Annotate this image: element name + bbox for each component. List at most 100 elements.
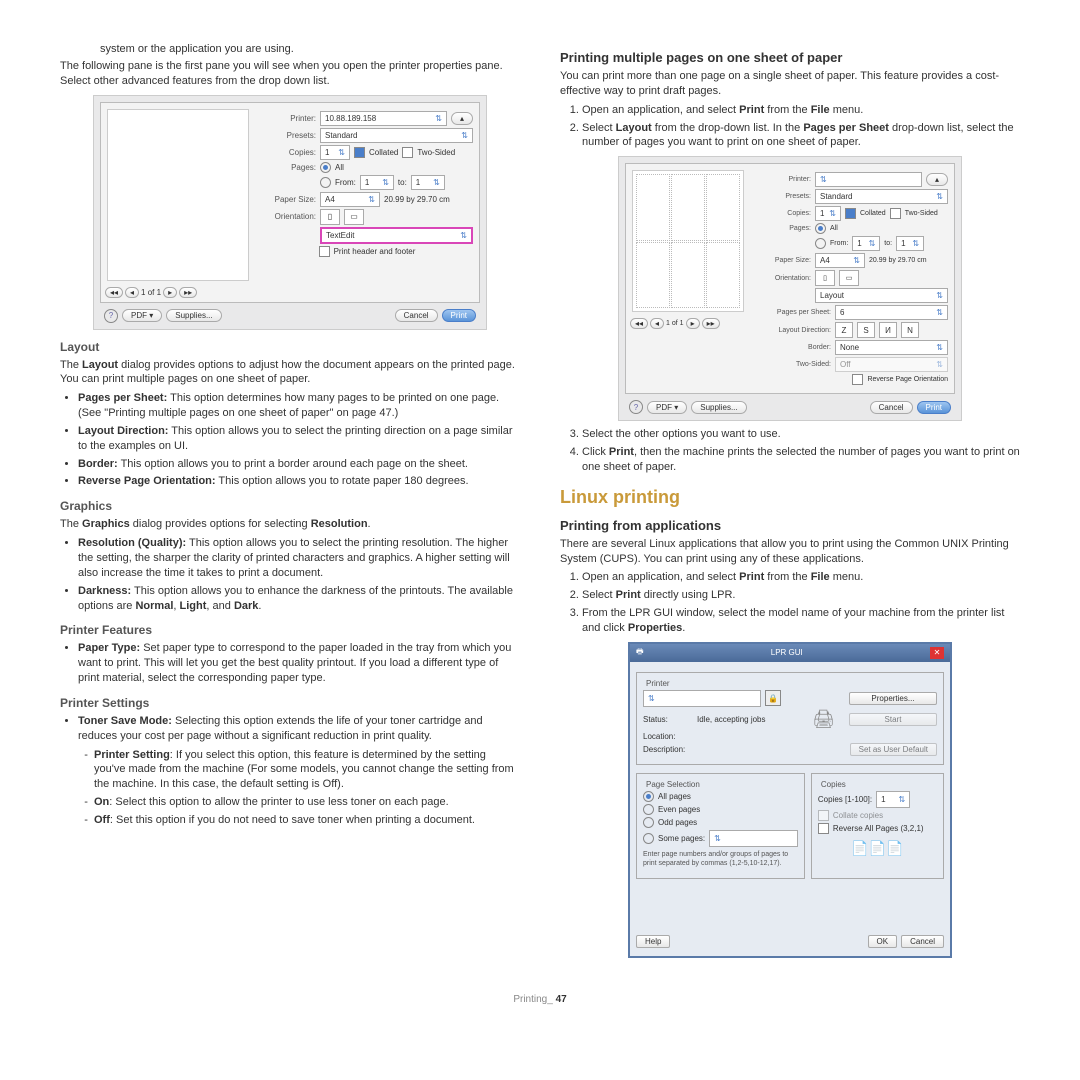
layout-heading: Layout <box>60 340 520 354</box>
dir-2[interactable]: S <box>857 322 875 338</box>
copies-spinner[interactable]: 1 <box>876 791 910 808</box>
cancel-button-2[interactable]: Cancel <box>870 401 913 414</box>
pages-hint: Enter page numbers and/or groups of page… <box>643 850 798 869</box>
printer-label: Printer: <box>261 114 316 123</box>
orientation-landscape[interactable]: ▭ <box>344 209 364 225</box>
header-footer-checkbox[interactable] <box>319 246 330 257</box>
pages-from-radio-2[interactable] <box>815 238 826 249</box>
orient-portrait-2[interactable]: ▯ <box>815 270 835 286</box>
collated-checkbox[interactable] <box>354 147 365 158</box>
set-default-button[interactable]: Set as User Default <box>850 743 937 756</box>
to-input[interactable]: 1 <box>411 175 445 190</box>
psel-title: Page Selection <box>643 780 703 789</box>
printer-group-title: Printer <box>643 679 673 688</box>
dir-4[interactable]: N <box>901 322 919 338</box>
twosided-select: Off <box>835 357 948 372</box>
pps-select[interactable]: 6 <box>835 305 948 320</box>
copies-input[interactable]: 1 <box>320 145 350 160</box>
all-pages-radio[interactable] <box>643 791 654 802</box>
lpr-cancel-button[interactable]: Cancel <box>901 935 944 948</box>
pdf-button[interactable]: PDF ▾ <box>122 309 162 322</box>
print-button-2[interactable]: Print <box>917 401 951 414</box>
to-input-2[interactable]: 1 <box>896 236 924 251</box>
page-preview-6up <box>632 170 744 312</box>
cancel-button[interactable]: Cancel <box>395 309 438 322</box>
printer-name-select[interactable] <box>643 690 761 707</box>
twosided-checkbox-2[interactable] <box>890 208 901 219</box>
location-label: Location: <box>643 732 693 741</box>
nav-last[interactable]: ▸▸ <box>179 287 197 298</box>
pdf-button-2[interactable]: PDF ▾ <box>647 401 687 414</box>
nav-prev[interactable]: ◂ <box>125 287 139 298</box>
nav-next[interactable]: ▸ <box>163 287 177 298</box>
lpr-ok-button[interactable]: OK <box>868 935 898 948</box>
status-label: Status: <box>643 715 693 724</box>
copies-label-2: Copies: <box>756 210 811 217</box>
printer-select-2[interactable] <box>815 172 922 187</box>
papersize-select-2[interactable]: A4 <box>815 253 865 268</box>
reverse-checkbox[interactable] <box>818 823 829 834</box>
to-label: to: <box>398 178 407 187</box>
rpo-checkbox[interactable] <box>852 374 863 385</box>
collated-checkbox-2[interactable] <box>845 208 856 219</box>
presets-select[interactable]: Standard <box>320 128 473 143</box>
from-input[interactable]: 1 <box>360 175 394 190</box>
page-preview <box>107 109 249 281</box>
pages-all-radio[interactable] <box>320 162 331 173</box>
twosided-label-2: Two-Sided <box>905 210 938 217</box>
papersize-select[interactable]: A4 <box>320 192 380 207</box>
orientation-portrait[interactable]: ▯ <box>320 209 340 225</box>
close-icon[interactable]: ✕ <box>930 647 944 659</box>
phf-label: Print header and footer <box>334 247 416 256</box>
some-pages-radio[interactable] <box>643 833 654 844</box>
copies-input-2[interactable]: 1 <box>815 206 841 221</box>
border-select[interactable]: None <box>835 340 948 355</box>
help-icon[interactable]: ? <box>104 309 118 323</box>
twosided-checkbox[interactable] <box>402 147 413 158</box>
nav-first[interactable]: ◂◂ <box>105 287 123 298</box>
print-button[interactable]: Print <box>442 309 476 322</box>
help-icon-2[interactable]: ? <box>629 400 643 414</box>
nav-prev-2[interactable]: ◂ <box>650 318 664 329</box>
supplies-button-2[interactable]: Supplies... <box>691 401 746 414</box>
twosided-label: Two-Sided <box>417 148 455 157</box>
lpr-gui-dialog: 🖶LPR GUI✕ Printer 🔒Properties... Status:… <box>628 642 952 958</box>
start-button[interactable]: Start <box>849 713 937 726</box>
dir-1[interactable]: Z <box>835 322 853 338</box>
expand-button[interactable]: ▴ <box>451 112 473 125</box>
collated-label: Collated <box>369 148 398 157</box>
odd-pages-radio[interactable] <box>643 817 654 828</box>
to-label-2: to: <box>884 240 892 247</box>
nav-last-2[interactable]: ▸▸ <box>702 318 720 329</box>
multipage-desc: You can print more than one page on a si… <box>560 69 1020 99</box>
all-label-2: All <box>830 225 838 232</box>
layout-desc: The Layout dialog provides options to ad… <box>60 358 520 388</box>
presets-select-2[interactable]: Standard <box>815 189 948 204</box>
printer-app-icon: 🖶 <box>636 646 644 660</box>
properties-button[interactable]: Properties... <box>849 692 937 705</box>
dims-label-2: 20.99 by 29.70 cm <box>869 257 927 264</box>
description-label: Description: <box>643 745 693 754</box>
even-pages-radio[interactable] <box>643 804 654 815</box>
some-pages-input[interactable] <box>709 830 798 847</box>
lpr-help-button[interactable]: Help <box>636 935 670 948</box>
orient-landscape-2[interactable]: ▭ <box>839 270 859 286</box>
nav-next-2[interactable]: ▸ <box>686 318 700 329</box>
printer-select[interactable]: 10.88.189.158 <box>320 111 447 126</box>
lock-icon[interactable]: 🔒 <box>765 690 781 706</box>
collate-checkbox[interactable] <box>818 810 829 821</box>
pages-from-radio[interactable] <box>320 177 331 188</box>
pane-select-textedit[interactable]: TextEdit <box>320 227 473 244</box>
nav-first-2[interactable]: ◂◂ <box>630 318 648 329</box>
pages-label-2: Pages: <box>756 225 811 232</box>
page-nav-2: ◂◂◂ 1 of 1 ▸▸▸ <box>630 318 746 329</box>
intro-line-2: The following pane is the first pane you… <box>60 59 520 89</box>
from-input-2[interactable]: 1 <box>852 236 880 251</box>
expand-button-2[interactable]: ▴ <box>926 173 948 186</box>
pages-all-radio-2[interactable] <box>815 223 826 234</box>
supplies-button[interactable]: Supplies... <box>166 309 221 322</box>
collate-label: Collate copies <box>833 811 883 820</box>
dir-3[interactable]: И <box>879 322 897 338</box>
pane-select-layout[interactable]: Layout <box>815 288 948 303</box>
collated-label-2: Collated <box>860 210 886 217</box>
